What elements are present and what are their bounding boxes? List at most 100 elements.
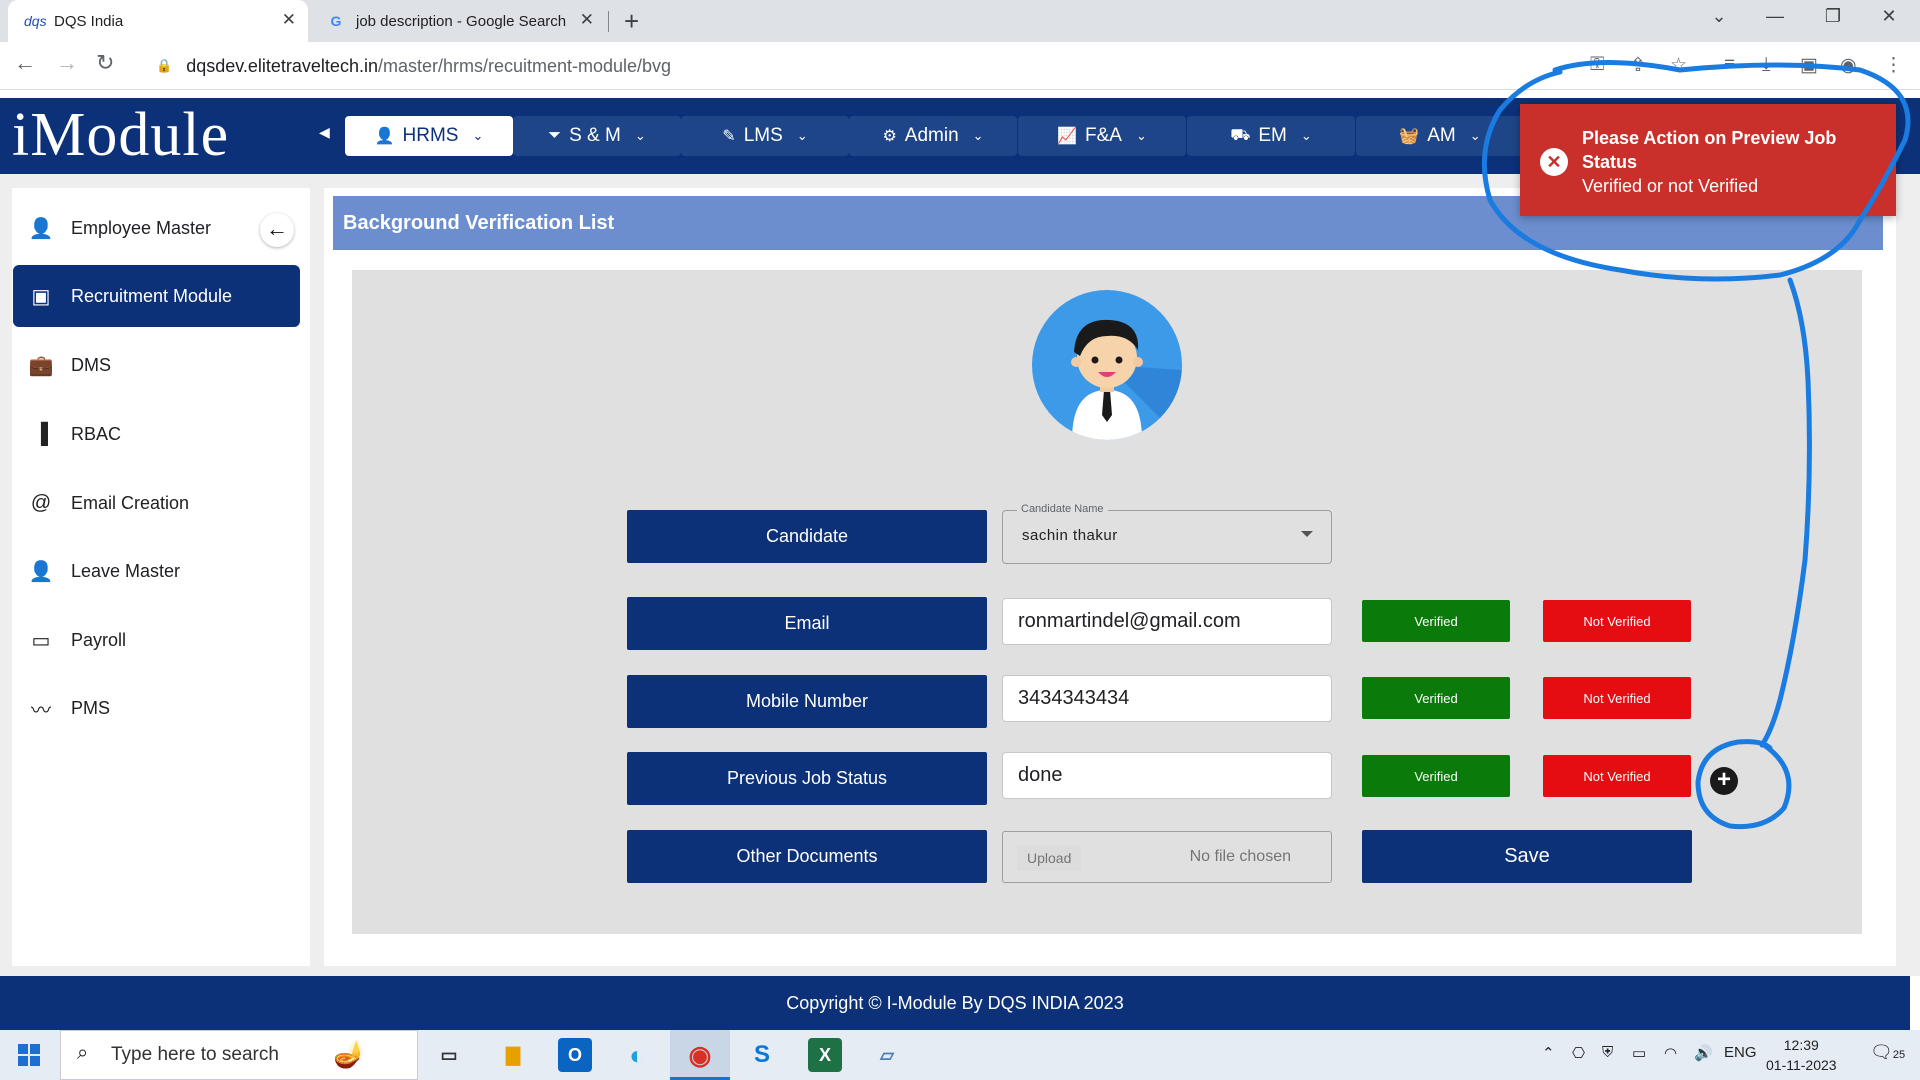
tab-title: job description - Google Search [356, 12, 567, 30]
trend-icon: 〰 [31, 699, 51, 722]
menu-kebab-icon[interactable]: ⋮ [1884, 54, 1903, 77]
sidebar-item-label: PMS [71, 697, 111, 718]
sidebar-item-payroll[interactable]: ▭ Payroll [13, 609, 300, 671]
chart-line-icon: 📈 [1057, 128, 1078, 145]
browser-tab-google[interactable]: G job description - Google Search ✕ [316, 0, 606, 42]
email-verified-button[interactable]: Verified [1362, 600, 1510, 642]
sidebar-item-dms[interactable]: 💼 DMS [13, 334, 300, 396]
sidebar-item-email-creation[interactable]: @ Email Creation [13, 472, 300, 534]
notepad-icon[interactable]: ▱ [870, 1038, 904, 1072]
save-button[interactable]: Save [1362, 830, 1692, 883]
nav-label: LMS [743, 125, 783, 146]
tab-search-chevron-icon[interactable]: ⌄ [1696, 6, 1742, 27]
close-tab-icon[interactable]: ✕ [282, 10, 296, 30]
sidebar-item-label: RBAC [71, 423, 122, 444]
funnel-icon: ⏷ [548, 127, 562, 144]
outlook-icon[interactable]: O [558, 1038, 592, 1072]
nav-tab-sm[interactable]: ⏷ S & M ⌄ [513, 116, 681, 156]
briefcase-icon: 💼 [28, 354, 54, 377]
sidebar-item-pms[interactable]: 〰 PMS [13, 677, 300, 739]
search-icon: ⌕ [77, 1042, 89, 1064]
toast-title: Please Action on Preview Job Status [1582, 128, 1837, 172]
nav-tab-fa[interactable]: 📈 F&A ⌄ [1018, 116, 1186, 156]
caret-left-icon[interactable]: ◀ [319, 124, 330, 141]
nav-tab-lms[interactable]: ✎ LMS ⌄ [681, 116, 849, 156]
candidate-name-select[interactable]: Candidate Name sachin thakur [1002, 503, 1332, 564]
wifi-icon[interactable]: ◠ [1664, 1044, 1677, 1062]
taskbar-clock[interactable]: 12:39 01-11-2023 [1766, 1035, 1837, 1075]
email-field[interactable]: ronmartindel@gmail.com [1002, 598, 1332, 645]
chevron-down-icon: ⌄ [634, 128, 646, 143]
security-icon[interactable]: ⛨ [1602, 1044, 1613, 1061]
share-icon[interactable]: ⇪ [1630, 54, 1646, 77]
nav-tab-admin[interactable]: ⚙ Admin ⌄ [849, 116, 1017, 156]
edge-icon[interactable]: ◐ [620, 1038, 654, 1072]
sidebar-item-employee-master[interactable]: 👤 Employee Master [13, 197, 300, 259]
nav-tab-hrms[interactable]: 👤 HRMS ⌄ [345, 116, 513, 156]
chevron-down-icon: ⌄ [1300, 128, 1312, 143]
at-icon: @ [30, 491, 52, 514]
previous-job-status-field[interactable]: done [1002, 752, 1332, 799]
job-status-not-verified-button[interactable]: Not Verified [1543, 755, 1691, 797]
error-toast[interactable]: ✕ Please Action on Preview Job Status Ve… [1520, 104, 1896, 216]
address-bar[interactable]: 🔒 dqsdev.elitetraveltech.in/master/hrms/… [142, 47, 1552, 85]
window-close-icon[interactable]: ✕ [1866, 6, 1912, 27]
sidebar-item-recruitment-module[interactable]: ▣ Recruitment Module [13, 265, 300, 327]
candidate-name-legend: Candidate Name [1017, 503, 1108, 515]
mobile-number-field[interactable]: 3434343434 [1002, 675, 1332, 722]
sidebar-item-label: Email Creation [71, 492, 190, 513]
tab-title: DQS India [54, 12, 124, 30]
google-favicon-icon: G [330, 13, 342, 29]
notification-center-icon[interactable]: 🗨25 [1870, 1042, 1905, 1063]
taskbar-search-box[interactable]: ⌕ Type here to search 🪔 [60, 1030, 418, 1080]
volume-icon[interactable]: 🔊 [1694, 1044, 1713, 1062]
minimize-icon[interactable]: — [1752, 6, 1798, 27]
sidebar-item-leave-master[interactable]: 👤 Leave Master [13, 540, 300, 602]
battery-icon[interactable]: ▭ [1632, 1044, 1646, 1062]
sidebar-collapse-back-button[interactable]: ← [260, 213, 294, 247]
nav-label: HRMS [402, 125, 459, 146]
file-upload-input[interactable]: Upload No file chosen [1002, 831, 1332, 883]
nav-label: Admin [904, 125, 959, 146]
close-tab-icon[interactable]: ✕ [580, 10, 594, 30]
back-arrow-icon[interactable]: ← [14, 50, 36, 76]
device-icon[interactable]: ⎔ [1572, 1044, 1585, 1062]
nav-label: EM [1258, 125, 1287, 146]
maximize-icon[interactable]: ❐ [1810, 6, 1856, 27]
mobile-not-verified-button[interactable]: Not Verified [1543, 677, 1691, 719]
dropdown-caret-icon [1301, 531, 1313, 537]
new-tab-icon[interactable]: + [624, 6, 639, 37]
show-hidden-icons-chevron-icon[interactable]: ⌃ [1542, 1044, 1555, 1062]
forward-arrow-icon[interactable]: → [56, 50, 78, 76]
windows-start-icon[interactable] [18, 1044, 40, 1066]
skype-icon[interactable]: S [745, 1038, 779, 1072]
job-status-verified-button[interactable]: Verified [1362, 755, 1510, 797]
url-host: dqsdev.elitetraveltech.in [186, 55, 378, 76]
nav-tab-em[interactable]: ⛟ EM ⌄ [1187, 116, 1355, 156]
user-gear-icon: ⚙ [882, 128, 897, 145]
error-x-icon: ✕ [1540, 148, 1568, 176]
upload-button[interactable]: Upload [1017, 845, 1082, 871]
bookmark-star-icon[interactable]: ☆ [1670, 54, 1687, 77]
mobile-verified-button[interactable]: Verified [1362, 677, 1510, 719]
profile-avatar-icon[interactable]: ◉ [1840, 54, 1857, 77]
download-icon[interactable]: ⤓ [1762, 54, 1770, 76]
key-icon[interactable]: ⚿ [1590, 54, 1604, 76]
input-language[interactable]: ENG [1724, 1044, 1757, 1061]
reading-list-icon[interactable]: ≡ [1724, 54, 1735, 76]
windows-taskbar: ⌕ Type here to search 🪔 ▭ ▇ O ◐ ◉ S X ▱ … [0, 1030, 1920, 1080]
browser-tab-dqs[interactable]: dqs DQS India ✕ [8, 0, 308, 42]
candidate-label: Candidate [627, 510, 987, 563]
email-not-verified-button[interactable]: Not Verified [1543, 600, 1691, 642]
chrome-icon[interactable]: ◉ [683, 1038, 717, 1072]
browser-tab-strip: dqs DQS India ✕ G job description - Goog… [0, 0, 1920, 42]
side-panel-icon[interactable]: ▣ [1800, 54, 1818, 77]
chevron-down-icon: ⌄ [972, 128, 984, 143]
add-row-plus-icon[interactable]: + [1710, 767, 1738, 795]
excel-icon[interactable]: X [808, 1038, 842, 1072]
reload-icon[interactable]: ↻ [96, 50, 114, 76]
file-explorer-icon[interactable]: ▇ [496, 1038, 530, 1072]
nav-tab-am[interactable]: 🧺 AM ⌄ [1356, 116, 1524, 156]
sidebar-item-rbac[interactable]: ▐ RBAC [13, 403, 300, 465]
task-view-icon[interactable]: ▭ [432, 1038, 466, 1072]
